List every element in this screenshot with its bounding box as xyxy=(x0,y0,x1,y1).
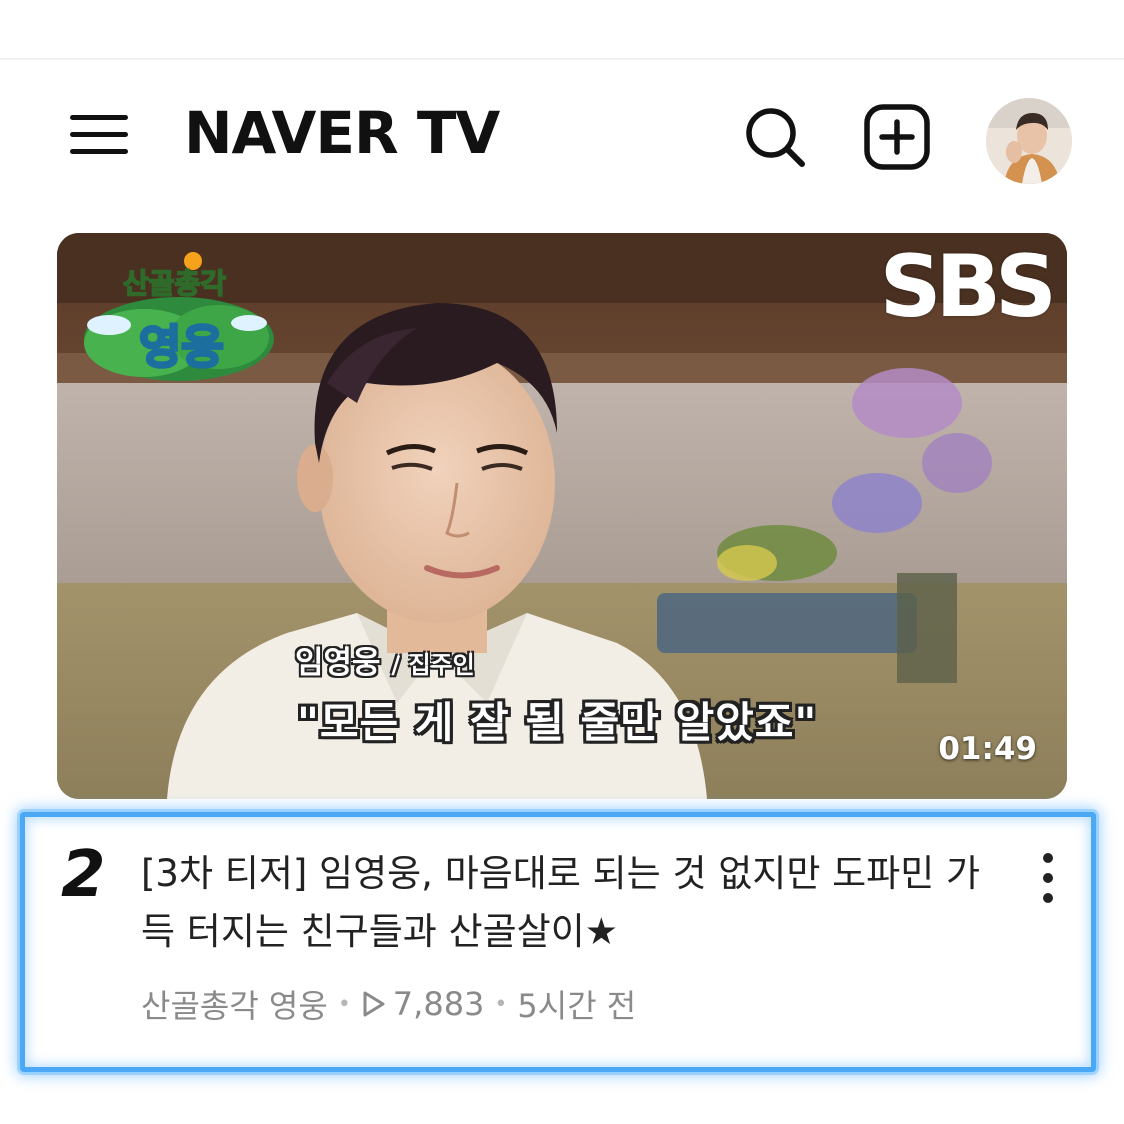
subtitle-quote: "모든 게 잘 될 줄만 알았죠" xyxy=(297,698,818,747)
view-count: 7,883 xyxy=(392,985,485,1023)
video-list-item[interactable]: 2 [3차 티저] 임영웅, 마음대로 되는 것 없지만 도파민 가득 터지는 … xyxy=(20,812,1096,1072)
hamburger-menu-icon[interactable] xyxy=(70,113,130,159)
more-options-icon[interactable] xyxy=(1029,847,1069,913)
video-duration: 01:49 xyxy=(938,731,1037,767)
play-count-icon xyxy=(363,991,385,1017)
meta-separator: • xyxy=(494,991,508,1017)
search-icon[interactable] xyxy=(740,102,810,172)
meta-separator: • xyxy=(337,991,351,1017)
video-meta: 산골총각 영웅 • 7,883 • 5시간 전 xyxy=(141,981,636,1027)
video-title[interactable]: [3차 티저] 임영웅, 마음대로 되는 것 없지만 도파민 가득 터지는 친구… xyxy=(141,845,981,961)
upload-time: 5시간 전 xyxy=(517,987,637,1025)
channel-logo-line1: 산골총각 xyxy=(123,267,226,300)
subtitle-role: / 집주인 xyxy=(391,651,475,679)
user-avatar[interactable] xyxy=(986,98,1072,184)
channel-logo: 산골총각 영웅 xyxy=(84,252,274,381)
app-header: NAVER TV xyxy=(0,70,1124,200)
add-content-icon[interactable] xyxy=(862,102,932,172)
naver-tv-logo[interactable]: NAVER TV xyxy=(184,98,500,168)
channel-logo-line2: 영웅 xyxy=(139,320,224,374)
subtitle-person: 임영웅 xyxy=(295,645,381,681)
subtitle-name: 임영웅 / 집주인 xyxy=(295,637,475,682)
channel-name[interactable]: 산골총각 영웅 xyxy=(141,981,328,1027)
top-divider xyxy=(0,58,1124,60)
broadcaster-logo: SBS xyxy=(879,237,1057,337)
video-thumbnail[interactable]: 산골총각 영웅 SBS 임영웅 / 집주인 "모든 게 잘 될 줄만 알았죠" … xyxy=(57,233,1067,799)
rank-number: 2 xyxy=(61,838,106,912)
